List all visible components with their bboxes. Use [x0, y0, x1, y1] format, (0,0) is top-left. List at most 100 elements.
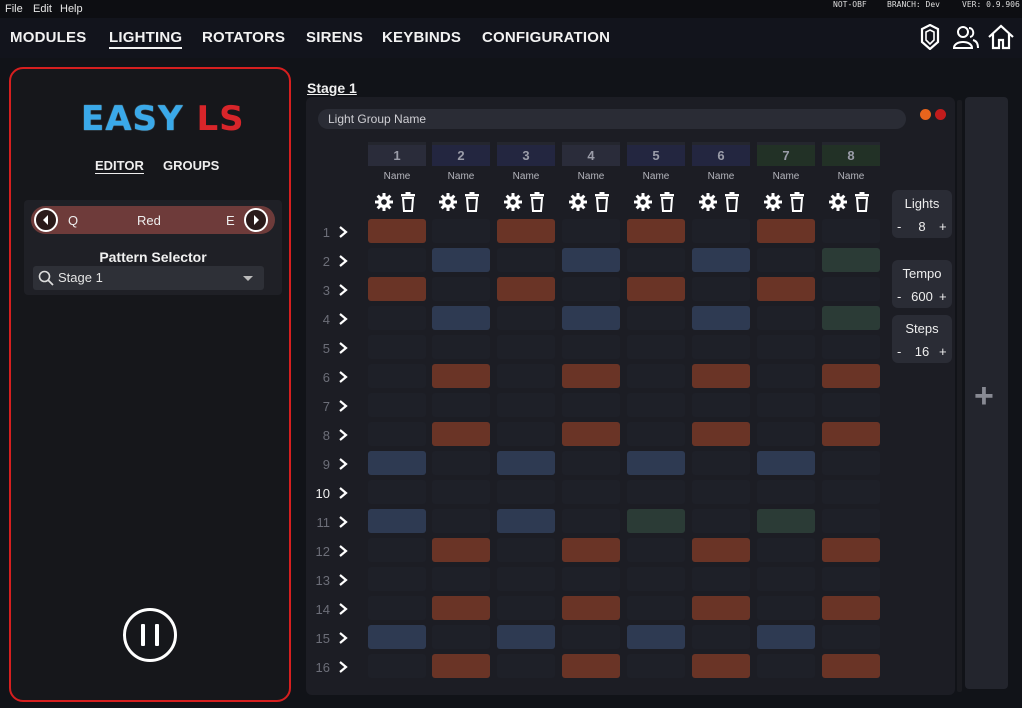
- pattern-cell[interactable]: [627, 248, 685, 272]
- pattern-cell[interactable]: [822, 451, 880, 475]
- pattern-cell[interactable]: [692, 451, 750, 475]
- pattern-cell[interactable]: [627, 306, 685, 330]
- next-color-button[interactable]: [244, 208, 268, 232]
- pattern-cell[interactable]: [692, 364, 750, 388]
- prev-color-button[interactable]: [34, 208, 58, 232]
- pattern-cell[interactable]: [432, 306, 490, 330]
- pattern-cell[interactable]: [432, 567, 490, 591]
- pattern-cell[interactable]: [432, 277, 490, 301]
- pattern-cell[interactable]: [562, 509, 620, 533]
- row-expand-chevron-icon[interactable]: [336, 225, 350, 239]
- menu-edit[interactable]: Edit: [33, 3, 52, 15]
- pattern-cell[interactable]: [692, 248, 750, 272]
- pattern-cell[interactable]: [432, 480, 490, 504]
- gear-icon[interactable]: [503, 192, 523, 212]
- menu-help[interactable]: Help: [60, 3, 83, 15]
- row-expand-chevron-icon[interactable]: [336, 631, 350, 645]
- pattern-cell[interactable]: [368, 480, 426, 504]
- trash-icon[interactable]: [464, 192, 480, 212]
- pattern-cell[interactable]: [432, 219, 490, 243]
- pattern-select[interactable]: Stage 1: [33, 266, 264, 290]
- gear-icon[interactable]: [568, 192, 588, 212]
- pattern-cell[interactable]: [692, 219, 750, 243]
- menu-file[interactable]: File: [5, 3, 23, 15]
- pause-button[interactable]: [123, 608, 177, 662]
- column-name-6[interactable]: Name: [692, 171, 750, 182]
- add-stage-button[interactable]: +: [974, 379, 994, 413]
- column-name-1[interactable]: Name: [368, 171, 426, 182]
- pattern-cell[interactable]: [627, 393, 685, 417]
- pattern-cell[interactable]: [497, 451, 555, 475]
- pattern-cell[interactable]: [368, 422, 426, 446]
- pattern-cell[interactable]: [368, 625, 426, 649]
- column-name-7[interactable]: Name: [757, 171, 815, 182]
- users-icon[interactable]: [951, 24, 979, 55]
- pattern-cell[interactable]: [497, 248, 555, 272]
- pattern-cell[interactable]: [497, 306, 555, 330]
- pattern-cell[interactable]: [822, 596, 880, 620]
- pattern-cell[interactable]: [368, 219, 426, 243]
- pattern-cell[interactable]: [757, 567, 815, 591]
- pattern-cell[interactable]: [368, 248, 426, 272]
- pattern-cell[interactable]: [627, 596, 685, 620]
- column-name-8[interactable]: Name: [822, 171, 880, 182]
- gear-icon[interactable]: [698, 192, 718, 212]
- nav-modules[interactable]: MODULES: [10, 29, 86, 46]
- trash-icon[interactable]: [594, 192, 610, 212]
- pattern-cell[interactable]: [627, 480, 685, 504]
- pattern-cell[interactable]: [497, 277, 555, 301]
- row-expand-chevron-icon[interactable]: [336, 660, 350, 674]
- row-expand-chevron-icon[interactable]: [336, 312, 350, 326]
- pattern-cell[interactable]: [627, 654, 685, 678]
- row-expand-chevron-icon[interactable]: [336, 283, 350, 297]
- nav-keybinds[interactable]: KEYBINDS: [382, 29, 461, 46]
- row-expand-chevron-icon[interactable]: [336, 341, 350, 355]
- pattern-cell[interactable]: [627, 422, 685, 446]
- tab-editor[interactable]: EDITOR: [95, 158, 144, 174]
- pattern-cell[interactable]: [432, 335, 490, 359]
- pattern-cell[interactable]: [822, 538, 880, 562]
- pattern-cell[interactable]: [692, 277, 750, 301]
- trash-icon[interactable]: [659, 192, 675, 212]
- pattern-cell[interactable]: [497, 219, 555, 243]
- pattern-cell[interactable]: [432, 538, 490, 562]
- nav-lighting[interactable]: LIGHTING: [109, 29, 183, 49]
- pattern-cell[interactable]: [757, 654, 815, 678]
- pattern-cell[interactable]: [497, 364, 555, 388]
- scrollbar[interactable]: [957, 100, 962, 692]
- pattern-cell[interactable]: [757, 219, 815, 243]
- column-name-5[interactable]: Name: [627, 171, 685, 182]
- pattern-cell[interactable]: [562, 364, 620, 388]
- column-name-4[interactable]: Name: [562, 171, 620, 182]
- trash-icon[interactable]: [854, 192, 870, 212]
- gear-icon[interactable]: [828, 192, 848, 212]
- pattern-cell[interactable]: [822, 335, 880, 359]
- gear-icon[interactable]: [374, 192, 394, 212]
- pattern-cell[interactable]: [562, 248, 620, 272]
- pattern-cell[interactable]: [757, 509, 815, 533]
- pattern-cell[interactable]: [497, 509, 555, 533]
- pattern-cell[interactable]: [368, 567, 426, 591]
- tab-groups[interactable]: GROUPS: [163, 158, 219, 173]
- pattern-cell[interactable]: [368, 306, 426, 330]
- pattern-cell[interactable]: [562, 480, 620, 504]
- pattern-cell[interactable]: [562, 277, 620, 301]
- pattern-cell[interactable]: [432, 509, 490, 533]
- pattern-cell[interactable]: [497, 422, 555, 446]
- trash-icon[interactable]: [529, 192, 545, 212]
- tempo-plus-button[interactable]: +: [939, 289, 947, 304]
- pattern-cell[interactable]: [822, 306, 880, 330]
- pattern-cell[interactable]: [627, 219, 685, 243]
- trash-icon[interactable]: [724, 192, 740, 212]
- pattern-cell[interactable]: [497, 335, 555, 359]
- pattern-cell[interactable]: [822, 393, 880, 417]
- pattern-cell[interactable]: [497, 625, 555, 649]
- pattern-cell[interactable]: [822, 422, 880, 446]
- pattern-cell[interactable]: [757, 248, 815, 272]
- pattern-cell[interactable]: [822, 625, 880, 649]
- pattern-cell[interactable]: [627, 277, 685, 301]
- pattern-cell[interactable]: [692, 567, 750, 591]
- pattern-cell[interactable]: [368, 596, 426, 620]
- pattern-cell[interactable]: [692, 393, 750, 417]
- pattern-cell[interactable]: [692, 422, 750, 446]
